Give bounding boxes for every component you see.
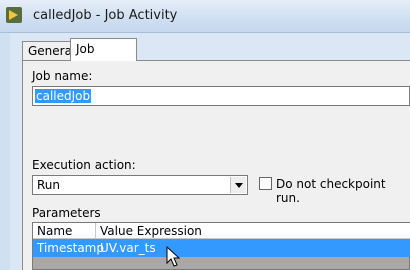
column-header-value-expression[interactable]: Value Expression <box>100 224 202 238</box>
table-row[interactable]: Timestamp UV.var_ts <box>33 239 410 257</box>
param-value-cell[interactable]: UV.var_ts <box>100 241 156 255</box>
tab-strip: General Job <box>22 38 402 61</box>
job-name-field[interactable]: calledJob <box>32 86 410 106</box>
mouse-pointer-icon <box>166 246 180 267</box>
parameters-label: Parameters <box>32 206 101 220</box>
job-name-value: calledJob <box>35 89 92 103</box>
execution-action-label: Execution action: <box>32 158 136 172</box>
do-not-checkpoint-label: Do not checkpoint run. <box>276 177 386 205</box>
param-name-cell[interactable]: Timestamp <box>37 241 104 255</box>
window-title: calledJob - Job Activity <box>33 8 178 23</box>
do-not-checkpoint-checkbox[interactable] <box>259 177 272 190</box>
title-bar: calledJob - Job Activity <box>0 0 410 33</box>
app-icon <box>6 7 22 23</box>
column-header-name[interactable]: Name <box>37 224 72 238</box>
parameters-table: Name Value Expression Timestamp UV.var_t… <box>32 222 410 270</box>
table-header: Name Value Expression <box>33 223 410 239</box>
execution-action-select[interactable]: Run <box>32 175 248 195</box>
column-divider[interactable] <box>95 223 96 239</box>
tab-job[interactable]: Job <box>70 38 137 61</box>
job-name-label: Job name: <box>32 69 93 83</box>
execution-action-value: Run <box>37 178 61 192</box>
tab-general[interactable]: General <box>22 41 75 61</box>
chevron-down-icon[interactable] <box>230 177 246 193</box>
